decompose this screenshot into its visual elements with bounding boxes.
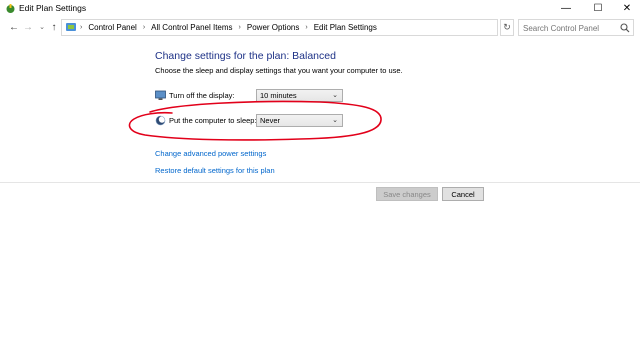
breadcrumb: › Control Panel › All Control Panel Item… [80,23,377,32]
chevron-down-icon: ⌄ [332,92,338,99]
refresh-icon: ↻ [503,22,511,32]
address-bar[interactable]: › Control Panel › All Control Panel Item… [61,19,555,36]
breadcrumb-separator: › [142,24,146,31]
display-timeout-label: Turn off the display: [169,91,235,100]
maximize-button[interactable]: ☐ [583,0,613,17]
search-box[interactable] [518,19,634,36]
page-subtitle: Choose the sleep and display settings th… [155,66,403,75]
breadcrumb-separator: › [305,24,308,31]
display-timeout-select[interactable]: 10 minutes ⌄ [256,89,343,102]
chevron-down-icon: ⌄ [332,117,338,124]
footer-divider [0,182,640,183]
breadcrumb-power-options[interactable]: Power Options [247,23,299,32]
page-title: Change settings for the plan: Balanced [155,50,336,62]
forward-arrow-icon: → [23,21,33,33]
close-button[interactable]: ✕ [612,0,640,17]
maximize-icon: ☐ [593,3,603,14]
window-title: Edit Plan Settings [19,3,87,13]
refresh-button[interactable]: ↻ [500,19,514,36]
sleep-timeout-value: Never [260,116,281,125]
sleep-timeout-label: Put the computer to sleep: [169,116,257,125]
back-button[interactable]: ← [8,21,20,33]
recent-locations-button[interactable]: ⌄ [36,21,48,33]
sleep-moon-icon [155,115,166,126]
breadcrumb-edit-plan-settings[interactable]: Edit Plan Settings [314,23,377,32]
power-options-icon [6,4,15,13]
minimize-icon: — [561,3,571,14]
display-timeout-value: 10 minutes [260,91,297,100]
up-arrow-icon: ↑ [51,21,57,33]
breadcrumb-control-panel[interactable]: Control Panel [88,23,136,32]
back-arrow-icon: ← [9,21,19,33]
restore-defaults-link[interactable]: Restore default settings for this plan [155,166,275,175]
sleep-timeout-select[interactable]: Never ⌄ [256,114,343,127]
monitor-icon [155,90,166,100]
breadcrumb-all-items[interactable]: All Control Panel Items [151,23,232,32]
forward-button[interactable]: → [22,21,34,33]
chevron-down-icon: ⌄ [39,24,45,31]
up-button[interactable]: ↑ [48,21,60,33]
save-changes-button[interactable]: Save changes [376,187,438,201]
address-row: ← → ⌄ ↑ › Control Panel › All Control Pa… [0,17,640,39]
control-panel-icon [66,23,76,31]
cancel-button[interactable]: Cancel [442,187,484,201]
minimize-button[interactable]: — [551,0,581,17]
advanced-settings-link[interactable]: Change advanced power settings [155,149,266,158]
breadcrumb-separator: › [80,24,83,31]
title-bar: Edit Plan Settings — ☐ ✕ [0,0,640,17]
breadcrumb-separator: › [238,24,241,31]
search-input[interactable] [523,22,617,34]
close-icon: ✕ [622,3,632,14]
search-icon [620,23,630,33]
